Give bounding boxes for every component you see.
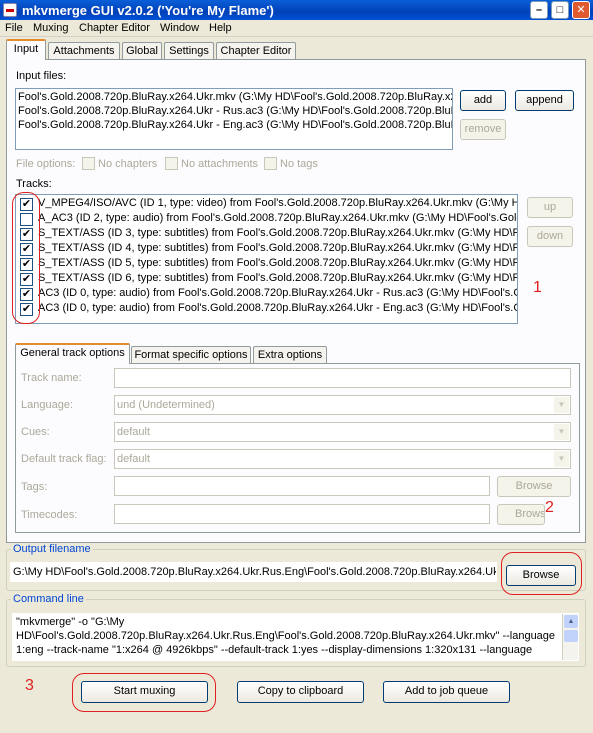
track-name-input[interactable]: [114, 368, 571, 388]
no-chapters-checkbox[interactable]: [82, 157, 95, 170]
track-row[interactable]: A_AC3 (ID 2, type: audio) from Fool's.Go…: [38, 212, 517, 224]
list-item[interactable]: Fool's.Gold.2008.720p.BluRay.x264.Ukr - …: [18, 119, 452, 131]
track-name-label: Track name:: [21, 372, 82, 384]
command-line-text[interactable]: "mkvmerge" -o "G:\My HD\Fool's.Gold.2008…: [12, 613, 579, 661]
tags-label: Tags:: [21, 481, 48, 493]
track-row[interactable]: AC3 (ID 0, type: audio) from Fool's.Gold…: [38, 287, 517, 299]
menu-help[interactable]: Help: [209, 22, 232, 34]
annotation-number-1: 1: [533, 279, 542, 296]
no-attachments-label: No attachments: [181, 158, 259, 170]
track-row[interactable]: S_TEXT/ASS (ID 6, type: subtitles) from …: [38, 272, 517, 284]
annotation-ellipse-1: [12, 192, 40, 324]
menu-muxing[interactable]: Muxing: [33, 22, 68, 34]
chevron-down-icon: ▼: [554, 397, 569, 413]
tab-format-specific-options[interactable]: Format specific options: [131, 346, 251, 364]
menu-file[interactable]: File: [5, 22, 23, 34]
default-track-flag-label: Default track flag:: [21, 453, 107, 465]
command-line-row: HD\Fool's.Gold.2008.720p.BluRay.x264.Ukr…: [16, 630, 556, 642]
track-row[interactable]: S_TEXT/ASS (ID 4, type: subtitles) from …: [38, 242, 517, 254]
tab-settings[interactable]: Settings: [164, 42, 214, 60]
language-select[interactable]: und (Undetermined) ▼: [114, 395, 571, 415]
tags-input[interactable]: [114, 476, 490, 496]
timecodes-input[interactable]: [114, 504, 490, 524]
chevron-down-icon: ▼: [554, 424, 569, 440]
minimize-button[interactable]: –: [530, 1, 548, 19]
copy-to-clipboard-button[interactable]: Copy to clipboard: [237, 681, 364, 703]
no-tags-checkbox[interactable]: [264, 157, 277, 170]
menu-bar: File Muxing Chapter Editor Window Help: [0, 20, 593, 37]
track-row[interactable]: AC3 (ID 0, type: audio) from Fool's.Gold…: [38, 302, 517, 314]
annotation-ellipse-2: [501, 552, 582, 595]
output-filename-input[interactable]: G:\My HD\Fool's.Gold.2008.720p.BluRay.x2…: [10, 562, 497, 582]
timecodes-label: Timecodes:: [21, 509, 78, 521]
default-track-flag-value: default: [117, 453, 151, 465]
no-chapters-label: No chapters: [98, 158, 158, 170]
list-item[interactable]: Fool's.Gold.2008.720p.BluRay.x264.Ukr - …: [18, 105, 452, 117]
track-row[interactable]: S_TEXT/ASS (ID 3, type: subtitles) from …: [38, 227, 517, 239]
track-row[interactable]: V_MPEG4/ISO/AVC (ID 1, type: video) from…: [38, 197, 517, 209]
window-title: mkvmerge GUI v2.0.2 ('You're My Flame'): [22, 3, 274, 18]
command-line-row: "mkvmerge" -o "G:\My: [16, 616, 125, 628]
tab-general-track-options[interactable]: General track options: [15, 343, 130, 364]
output-filename-label: Output filename: [11, 543, 93, 555]
tracks-list[interactable]: ✔ V_MPEG4/ISO/AVC (ID 1, type: video) fro…: [15, 194, 518, 324]
annotation-ellipse-3: [72, 673, 216, 712]
menu-window[interactable]: Window: [160, 22, 199, 34]
tab-attachments[interactable]: Attachments: [48, 42, 120, 60]
scroll-thumb[interactable]: [564, 630, 578, 642]
file-options-label: File options:: [16, 158, 76, 170]
tab-chapter-editor[interactable]: Chapter Editor: [216, 42, 296, 60]
maximize-button[interactable]: □: [551, 1, 569, 19]
no-attachments-checkbox[interactable]: [165, 157, 178, 170]
tab-global[interactable]: Global: [122, 42, 162, 60]
language-value: und (Undetermined): [117, 399, 215, 411]
tracks-label: Tracks:: [16, 178, 52, 190]
up-button[interactable]: up: [527, 197, 573, 218]
input-files-list[interactable]: Fool's.Gold.2008.720p.BluRay.x264.Ukr.mk…: [15, 88, 453, 150]
title-bar: mkvmerge GUI v2.0.2 ('You're My Flame') …: [0, 0, 593, 20]
default-track-flag-select[interactable]: default ▼: [114, 449, 571, 469]
add-to-job-queue-button[interactable]: Add to job queue: [383, 681, 510, 703]
append-button[interactable]: append: [515, 90, 574, 111]
down-button[interactable]: down: [527, 226, 573, 247]
app-icon: [3, 3, 17, 17]
menu-chapter-editor[interactable]: Chapter Editor: [79, 22, 150, 34]
track-row[interactable]: S_TEXT/ASS (ID 5, type: subtitles) from …: [38, 257, 517, 269]
cues-label: Cues:: [21, 426, 50, 438]
close-button[interactable]: ✕: [572, 1, 590, 19]
command-line-label: Command line: [11, 593, 86, 605]
chevron-down-icon: ▼: [554, 451, 569, 467]
no-tags-label: No tags: [280, 158, 318, 170]
tags-browse-button[interactable]: Browse: [497, 476, 571, 497]
command-line-row: 1:eng --track-name "1:x264 @ 4926kbps" -…: [16, 644, 533, 656]
remove-button[interactable]: remove: [460, 119, 506, 140]
tab-input[interactable]: Input: [6, 39, 46, 60]
add-button[interactable]: add: [460, 90, 506, 111]
input-files-label: Input files:: [16, 70, 67, 82]
annotation-number-2: 2: [545, 499, 554, 516]
scroll-up-arrow-icon[interactable]: ▲: [564, 615, 578, 628]
tab-extra-options[interactable]: Extra options: [253, 346, 327, 364]
language-label: Language:: [21, 399, 73, 411]
cues-value: default: [117, 426, 151, 438]
command-line-scrollbar[interactable]: ▲: [562, 614, 578, 660]
annotation-number-3: 3: [25, 677, 34, 694]
list-item[interactable]: Fool's.Gold.2008.720p.BluRay.x264.Ukr.mk…: [18, 91, 452, 103]
timecodes-browse-button[interactable]: Browse: [497, 504, 545, 525]
cues-select[interactable]: default ▼: [114, 422, 571, 442]
